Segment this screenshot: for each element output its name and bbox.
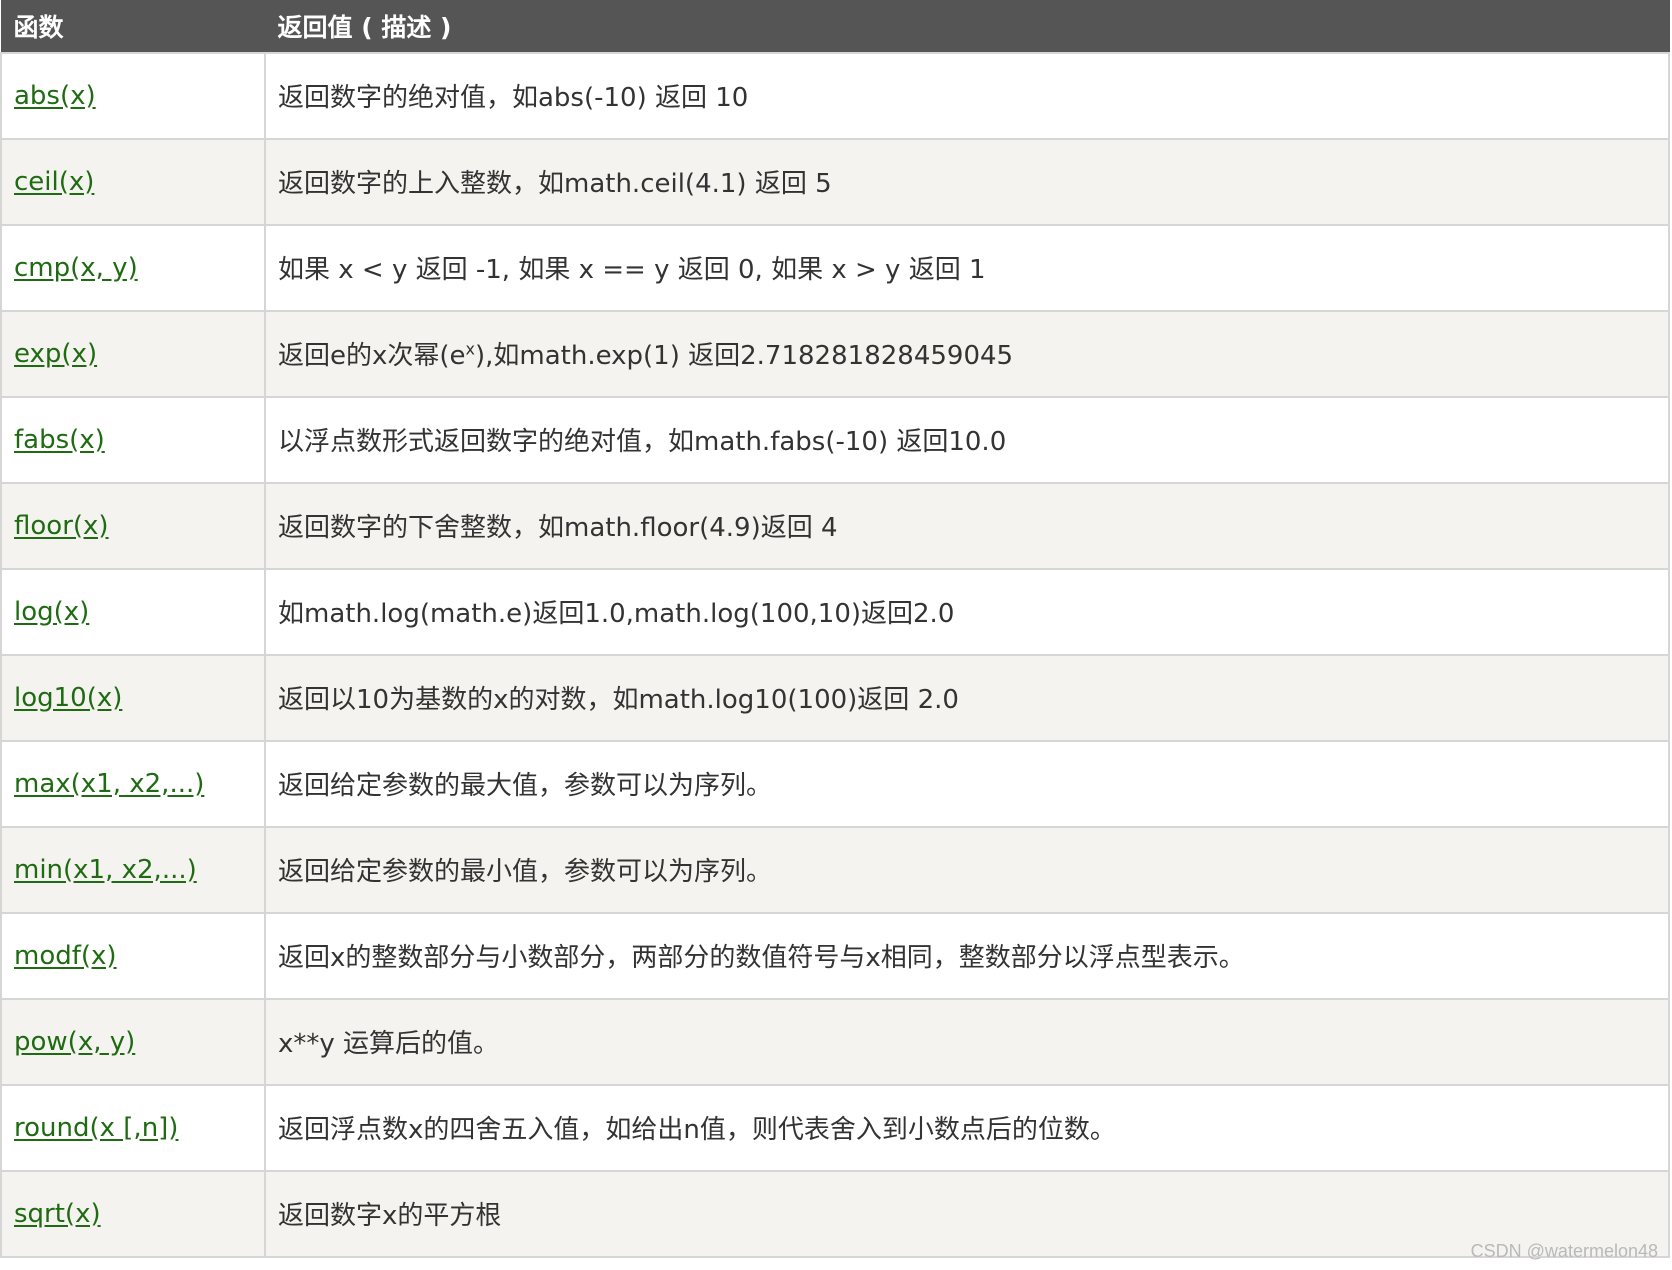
table-row: floor(x) 返回数字的下舍整数，如math.floor(4.9)返回 4 xyxy=(0,481,1670,570)
function-link-round[interactable]: round(x [,n]) xyxy=(14,1113,178,1143)
table-row: abs(x) 返回数字的绝对值，如abs(-10) 返回 10 xyxy=(0,51,1670,140)
table-row: ceil(x) 返回数字的上入整数，如math.ceil(4.1) 返回 5 xyxy=(0,137,1670,226)
description-cell: 以浮点数形式返回数字的绝对值，如math.fabs(-10) 返回10.0 xyxy=(264,395,1670,484)
description-cell: 返回以10为基数的x的对数，如math.log10(100)返回 2.0 xyxy=(264,653,1670,742)
function-cell: cmp(x, y) xyxy=(0,223,266,312)
description-cell: 返回数字的上入整数，如math.ceil(4.1) 返回 5 xyxy=(264,137,1670,226)
description-cell: x**y 运算后的值。 xyxy=(264,997,1670,1086)
function-cell: sqrt(x) xyxy=(0,1169,266,1258)
table-row: min(x1, x2,...) 返回给定参数的最小值，参数可以为序列。 xyxy=(0,825,1670,914)
table-header-row: 函数 返回值 ( 描述 ) xyxy=(0,0,1670,53)
function-cell: min(x1, x2,...) xyxy=(0,825,266,914)
function-cell: pow(x, y) xyxy=(0,997,266,1086)
function-link-max[interactable]: max(x1, x2,...) xyxy=(14,769,204,799)
description-cell: 返回浮点数x的四舍五入值，如给出n值，则代表舍入到小数点后的位数。 xyxy=(264,1083,1670,1172)
function-link-floor[interactable]: floor(x) xyxy=(14,511,109,541)
watermark: CSDN @watermelon48 xyxy=(1470,1241,1658,1261)
function-link-pow[interactable]: pow(x, y) xyxy=(14,1027,135,1057)
superscript-x: x xyxy=(465,339,475,359)
function-cell: fabs(x) xyxy=(0,395,266,484)
table-row: log10(x) 返回以10为基数的x的对数，如math.log10(100)返… xyxy=(0,653,1670,742)
function-cell: abs(x) xyxy=(0,51,266,140)
function-link-ceil[interactable]: ceil(x) xyxy=(14,167,94,197)
function-link-sqrt[interactable]: sqrt(x) xyxy=(14,1199,101,1229)
function-link-min[interactable]: min(x1, x2,...) xyxy=(14,855,197,885)
table-row: max(x1, x2,...) 返回给定参数的最大值，参数可以为序列。 xyxy=(0,739,1670,828)
function-cell: log10(x) xyxy=(0,653,266,742)
function-link-log10[interactable]: log10(x) xyxy=(14,683,122,713)
description-text: 返回e的x次幂(e xyxy=(278,341,466,371)
function-cell: exp(x) xyxy=(0,309,266,398)
header-function: 函数 xyxy=(0,0,266,53)
function-link-fabs[interactable]: fabs(x) xyxy=(14,425,105,455)
function-cell: max(x1, x2,...) xyxy=(0,739,266,828)
function-link-exp[interactable]: exp(x) xyxy=(14,339,97,369)
table-row: cmp(x, y) 如果 x < y 返回 -1, 如果 x == y 返回 0… xyxy=(0,223,1670,312)
table-row: sqrt(x) 返回数字x的平方根 xyxy=(0,1169,1670,1258)
function-cell: ceil(x) xyxy=(0,137,266,226)
function-link-log[interactable]: log(x) xyxy=(14,597,89,627)
description-cell: 返回给定参数的最大值，参数可以为序列。 xyxy=(264,739,1670,828)
function-cell: modf(x) xyxy=(0,911,266,1000)
description-cell: 返回数字x的平方根 xyxy=(264,1169,1670,1258)
description-text: ),如math.exp(1) 返回2.718281828459045 xyxy=(475,341,1014,371)
function-cell: round(x [,n]) xyxy=(0,1083,266,1172)
description-cell: 如果 x < y 返回 -1, 如果 x == y 返回 0, 如果 x > y… xyxy=(264,223,1670,312)
table-row: exp(x) 返回e的x次幂(ex),如math.exp(1) 返回2.7182… xyxy=(0,309,1670,398)
description-cell: 返回数字的下舍整数，如math.floor(4.9)返回 4 xyxy=(264,481,1670,570)
header-description: 返回值 ( 描述 ) xyxy=(264,0,1670,53)
table-row: round(x [,n]) 返回浮点数x的四舍五入值，如给出n值，则代表舍入到小… xyxy=(0,1083,1670,1172)
function-cell: log(x) xyxy=(0,567,266,656)
table-row: pow(x, y) x**y 运算后的值。 xyxy=(0,997,1670,1086)
table-row: modf(x) 返回x的整数部分与小数部分，两部分的数值符号与x相同，整数部分以… xyxy=(0,911,1670,1000)
description-cell: 返回数字的绝对值，如abs(-10) 返回 10 xyxy=(264,51,1670,140)
table-row: log(x) 如math.log(math.e)返回1.0,math.log(1… xyxy=(0,567,1670,656)
description-cell: 返回e的x次幂(ex),如math.exp(1) 返回2.71828182845… xyxy=(264,309,1670,398)
function-link-abs[interactable]: abs(x) xyxy=(14,81,96,111)
function-cell: floor(x) xyxy=(0,481,266,570)
function-link-modf[interactable]: modf(x) xyxy=(14,941,117,971)
table-row: fabs(x) 以浮点数形式返回数字的绝对值，如math.fabs(-10) 返… xyxy=(0,395,1670,484)
description-cell: 返回x的整数部分与小数部分，两部分的数值符号与x相同，整数部分以浮点型表示。 xyxy=(264,911,1670,1000)
description-cell: 返回给定参数的最小值，参数可以为序列。 xyxy=(264,825,1670,914)
math-functions-table-container: 函数 返回值 ( 描述 ) abs(x) 返回数字的绝对值，如abs(-10) … xyxy=(0,0,1670,1258)
math-functions-table: 函数 返回值 ( 描述 ) abs(x) 返回数字的绝对值，如abs(-10) … xyxy=(0,0,1670,1258)
description-cell: 如math.log(math.e)返回1.0,math.log(100,10)返… xyxy=(264,567,1670,656)
function-link-cmp[interactable]: cmp(x, y) xyxy=(14,253,138,283)
